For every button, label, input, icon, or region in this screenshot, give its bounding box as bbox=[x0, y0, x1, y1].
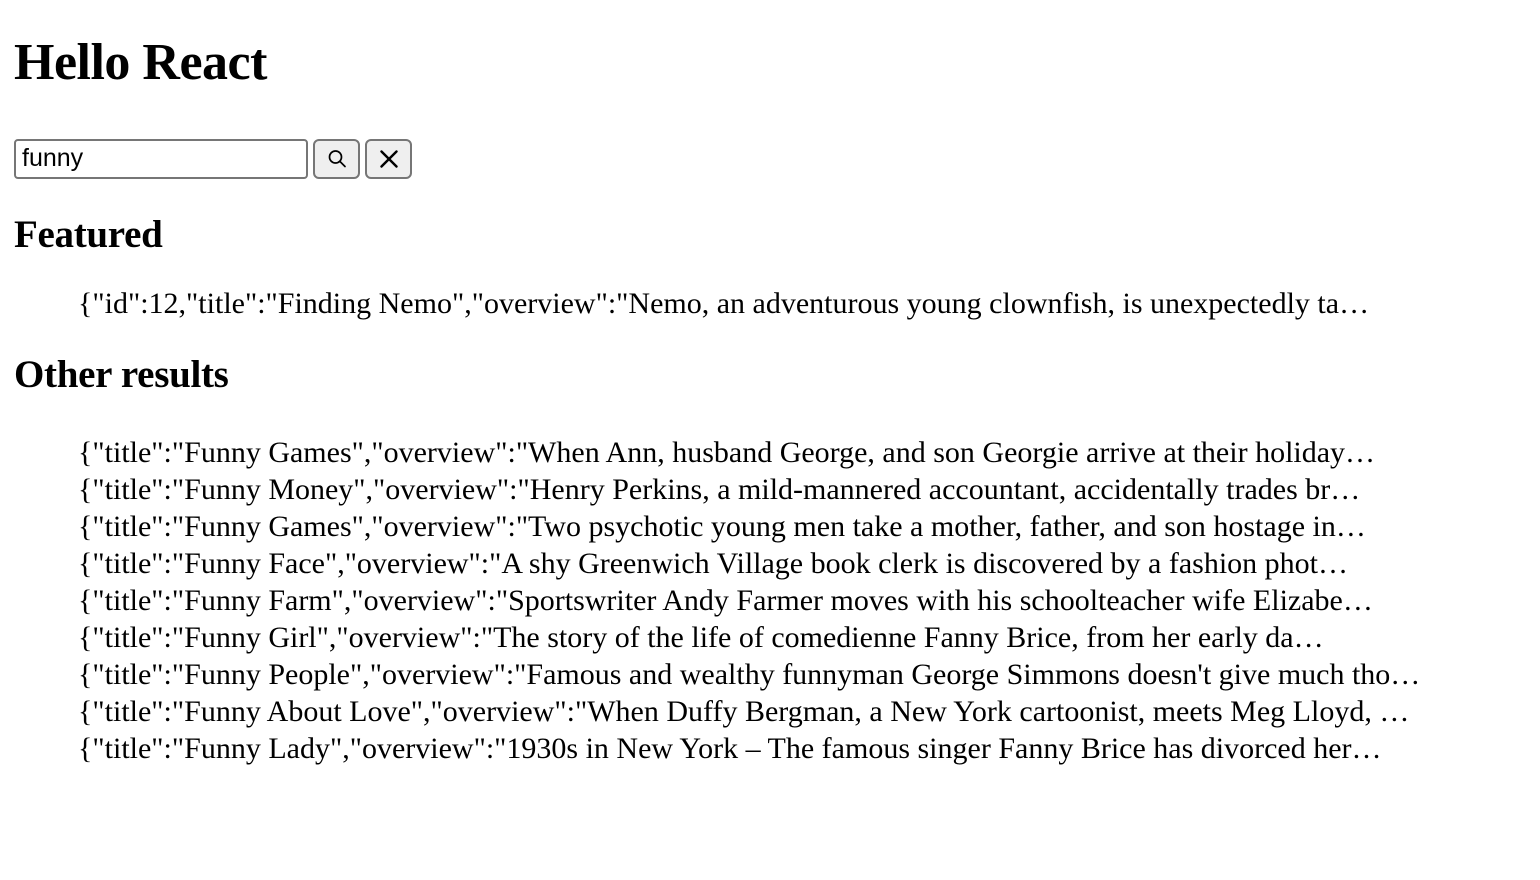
search-input[interactable] bbox=[14, 139, 308, 180]
list-item[interactable]: {"title":"Funny Girl","overview":"The st… bbox=[72, 619, 1526, 656]
list-item[interactable]: {"title":"Funny Money","overview":"Henry… bbox=[72, 471, 1526, 508]
page-title: Hello React bbox=[14, 34, 267, 91]
search-icon bbox=[326, 148, 348, 170]
list-item[interactable]: {"title":"Funny Farm","overview":"Sports… bbox=[72, 582, 1526, 619]
other-section-heading: Other results bbox=[14, 352, 229, 396]
list-item[interactable]: {"title":"Funny Games","overview":"When … bbox=[72, 434, 1526, 471]
featured-results-list: {"id":12,"title":"Finding Nemo","overvie… bbox=[14, 285, 1526, 322]
list-item[interactable]: {"title":"Funny Lady","overview":"1930s … bbox=[72, 730, 1526, 767]
search-clear-button[interactable] bbox=[365, 139, 412, 180]
featured-section-heading: Featured bbox=[14, 213, 163, 257]
search-form bbox=[14, 139, 412, 180]
list-item[interactable]: {"id":12,"title":"Finding Nemo","overvie… bbox=[72, 285, 1526, 322]
list-item[interactable]: {"title":"Funny People","overview":"Famo… bbox=[72, 656, 1526, 693]
list-item[interactable]: {"title":"Funny About Love","overview":"… bbox=[72, 693, 1526, 730]
close-icon bbox=[377, 147, 401, 171]
list-item[interactable]: {"title":"Funny Games","overview":"Two p… bbox=[72, 508, 1526, 545]
page-root: Hello React Featured {"id":12,"title":"F… bbox=[0, 36, 1540, 767]
search-submit-button[interactable] bbox=[313, 139, 360, 180]
other-results-list: {"title":"Funny Games","overview":"When … bbox=[14, 434, 1526, 767]
list-item[interactable]: {"title":"Funny Face","overview":"A shy … bbox=[72, 545, 1526, 582]
